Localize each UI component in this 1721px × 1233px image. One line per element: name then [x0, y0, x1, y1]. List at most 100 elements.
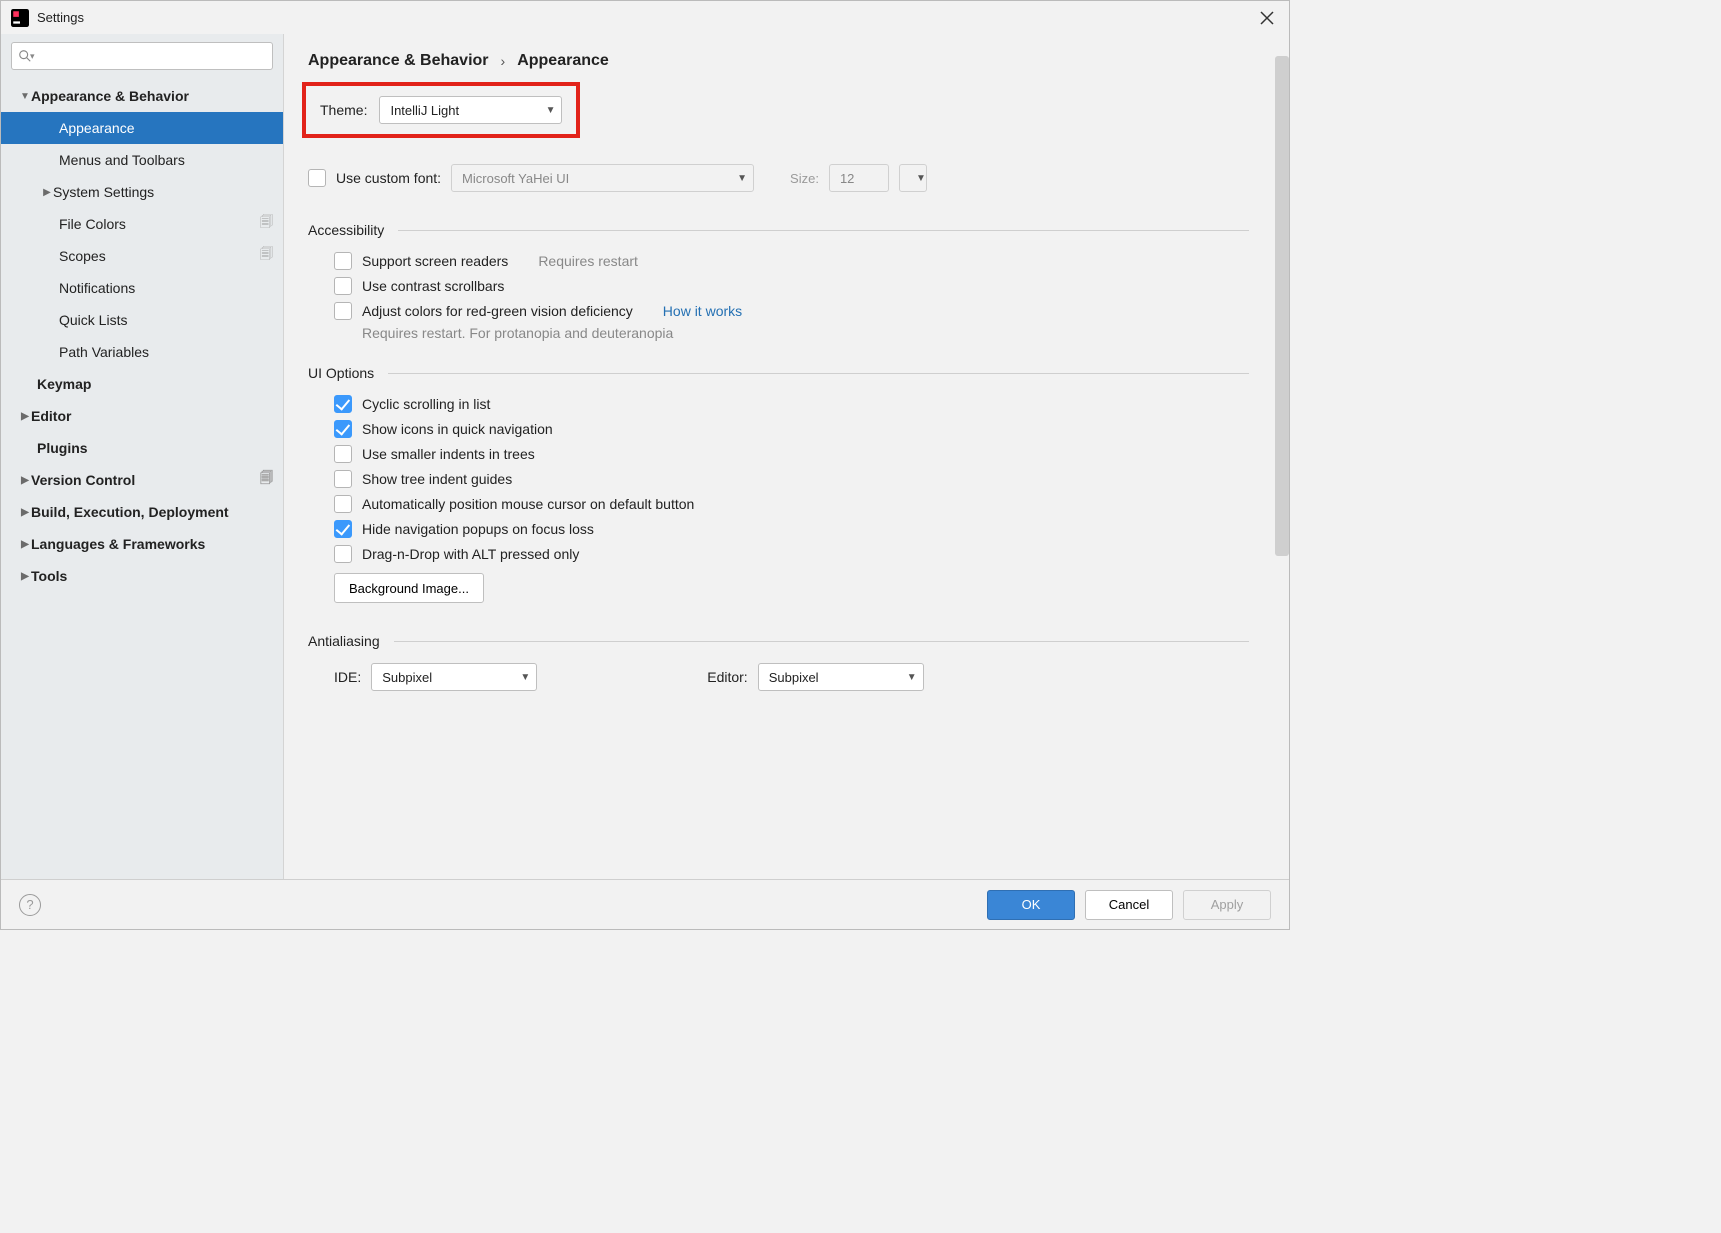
sidebar-item-label: File Colors — [59, 216, 126, 232]
sidebar-item-label: Build, Execution, Deployment — [31, 504, 229, 520]
sidebar-item-label: Plugins — [37, 440, 88, 456]
antialiasing-header-text: Antialiasing — [308, 633, 380, 649]
close-button[interactable] — [1255, 6, 1279, 30]
chevron-right-icon: › — [501, 53, 506, 69]
sidebar-item-label: Path Variables — [59, 344, 149, 360]
sidebar-item-label: System Settings — [53, 184, 154, 200]
sidebar-item-label: Tools — [31, 568, 67, 584]
auto-cursor-label: Automatically position mouse cursor on d… — [362, 496, 694, 512]
sidebar-item-appearance[interactable]: Appearance — [1, 112, 283, 144]
sidebar-item-label: Menus and Toolbars — [59, 152, 185, 168]
search-dropdown-icon[interactable]: ▾ — [30, 51, 35, 62]
theme-dropdown[interactable]: IntelliJ Light ▼ — [379, 96, 562, 124]
how-it-works-link[interactable]: How it works — [663, 303, 742, 319]
cyclic-scrolling-label: Cyclic scrolling in list — [362, 396, 490, 412]
use-custom-font-checkbox[interactable] — [308, 169, 326, 187]
chevron-right-icon: ▶ — [19, 411, 31, 422]
hide-nav-popups-checkbox[interactable] — [334, 520, 352, 538]
sidebar-item-build-execution[interactable]: ▶Build, Execution, Deployment — [1, 496, 283, 528]
sidebar-item-tools[interactable]: ▶Tools — [1, 560, 283, 592]
sidebar-item-file-colors[interactable]: File Colors🗐 — [1, 208, 283, 240]
contrast-scrollbars-checkbox[interactable] — [334, 277, 352, 295]
adjust-colors-checkbox[interactable] — [334, 302, 352, 320]
aa-ide-value: Subpixel — [382, 670, 432, 685]
sidebar-item-version-control[interactable]: ▶Version Control🗐 — [1, 464, 283, 496]
adjust-colors-label: Adjust colors for red-green vision defic… — [362, 303, 633, 319]
requires-restart-hint: Requires restart — [538, 253, 638, 269]
search-input[interactable] — [41, 49, 266, 64]
sidebar-item-languages-frameworks[interactable]: ▶Languages & Frameworks — [1, 528, 283, 560]
cancel-button[interactable]: Cancel — [1085, 890, 1173, 920]
sidebar-item-path-variables[interactable]: Path Variables — [1, 336, 283, 368]
tree-indent-guides-label: Show tree indent guides — [362, 471, 512, 487]
aa-editor-label: Editor: — [707, 669, 747, 685]
project-scope-icon: 🗐 — [260, 469, 273, 491]
chevron-down-icon: ▼ — [546, 105, 556, 116]
project-scope-icon: 🗐 — [260, 245, 273, 267]
dialog-footer: ? OK Cancel Apply — [1, 879, 1289, 929]
divider — [394, 641, 1249, 642]
size-label: Size: — [790, 171, 819, 186]
sidebar-item-label: Scopes — [59, 248, 106, 264]
support-screen-readers-checkbox[interactable] — [334, 252, 352, 270]
sidebar-item-system-settings[interactable]: ▶System Settings — [1, 176, 283, 208]
breadcrumb-parent[interactable]: Appearance & Behavior — [308, 52, 489, 70]
aa-ide-dropdown[interactable]: Subpixel ▼ — [371, 663, 537, 691]
settings-tree: ▼Appearance & Behavior Appearance Menus … — [1, 80, 283, 879]
theme-value: IntelliJ Light — [390, 103, 459, 118]
sidebar-item-label: Keymap — [37, 376, 91, 392]
hide-nav-popups-label: Hide navigation popups on focus loss — [362, 521, 594, 537]
accessibility-header-text: Accessibility — [308, 222, 384, 238]
accessibility-section-header: Accessibility — [308, 222, 1249, 238]
chevron-right-icon: ▶ — [19, 539, 31, 550]
drag-alt-label: Drag-n-Drop with ALT pressed only — [362, 546, 579, 562]
icons-quick-nav-checkbox[interactable] — [334, 420, 352, 438]
sidebar-item-plugins[interactable]: Plugins — [1, 432, 283, 464]
tree-indent-guides-checkbox[interactable] — [334, 470, 352, 488]
sidebar-item-quick-lists[interactable]: Quick Lists — [1, 304, 283, 336]
font-size-value: 12 — [840, 171, 854, 186]
help-button[interactable]: ? — [19, 894, 41, 916]
chevron-right-icon: ▶ — [41, 187, 53, 198]
smaller-indents-label: Use smaller indents in trees — [362, 446, 535, 462]
sidebar: ▾ ▼Appearance & Behavior Appearance Menu… — [1, 34, 284, 879]
breadcrumb-current: Appearance — [517, 52, 609, 70]
aa-editor-dropdown[interactable]: Subpixel ▼ — [758, 663, 924, 691]
background-image-button[interactable]: Background Image... — [334, 573, 484, 603]
ok-button[interactable]: OK — [987, 890, 1075, 920]
apply-button[interactable]: Apply — [1183, 890, 1271, 920]
smaller-indents-checkbox[interactable] — [334, 445, 352, 463]
sidebar-item-appearance-behavior[interactable]: ▼Appearance & Behavior — [1, 80, 283, 112]
titlebar: Settings — [1, 1, 1289, 34]
vertical-scrollbar[interactable] — [1275, 56, 1289, 556]
auto-cursor-checkbox[interactable] — [334, 495, 352, 513]
search-box[interactable]: ▾ — [11, 42, 273, 70]
aa-editor-value: Subpixel — [769, 670, 819, 685]
divider — [388, 373, 1249, 374]
app-icon — [11, 9, 29, 27]
sidebar-item-keymap[interactable]: Keymap — [1, 368, 283, 400]
support-screen-readers-label: Support screen readers — [362, 253, 508, 269]
sidebar-item-notifications[interactable]: Notifications — [1, 272, 283, 304]
chevron-right-icon: ▶ — [19, 507, 31, 518]
chevron-down-icon: ▼ — [19, 91, 31, 102]
chevron-down-icon: ▼ — [737, 173, 747, 184]
chevron-down-icon: ▼ — [907, 672, 917, 683]
use-custom-font-label: Use custom font: — [336, 170, 441, 186]
chevron-right-icon: ▶ — [19, 571, 31, 582]
sidebar-item-scopes[interactable]: Scopes 🗐 — [1, 240, 283, 272]
aa-ide-label: IDE: — [334, 669, 361, 685]
sidebar-item-menus-toolbars[interactable]: Menus and Toolbars — [1, 144, 283, 176]
font-family-value: Microsoft YaHei UI — [462, 171, 569, 186]
cyclic-scrolling-checkbox[interactable] — [334, 395, 352, 413]
sidebar-item-label: Appearance — [59, 120, 135, 136]
drag-alt-checkbox[interactable] — [334, 545, 352, 563]
custom-font-row: Use custom font: Microsoft YaHei UI ▼ Si… — [308, 164, 1249, 192]
font-size-input[interactable]: 12 — [829, 164, 889, 192]
content: ▾ ▼Appearance & Behavior Appearance Menu… — [1, 34, 1289, 879]
font-size-stepper[interactable]: ▼ — [899, 164, 927, 192]
chevron-right-icon: ▶ — [19, 475, 31, 486]
font-family-dropdown[interactable]: Microsoft YaHei UI ▼ — [451, 164, 754, 192]
theme-row-highlight: Theme: IntelliJ Light ▼ — [302, 82, 580, 138]
sidebar-item-editor[interactable]: ▶Editor — [1, 400, 283, 432]
